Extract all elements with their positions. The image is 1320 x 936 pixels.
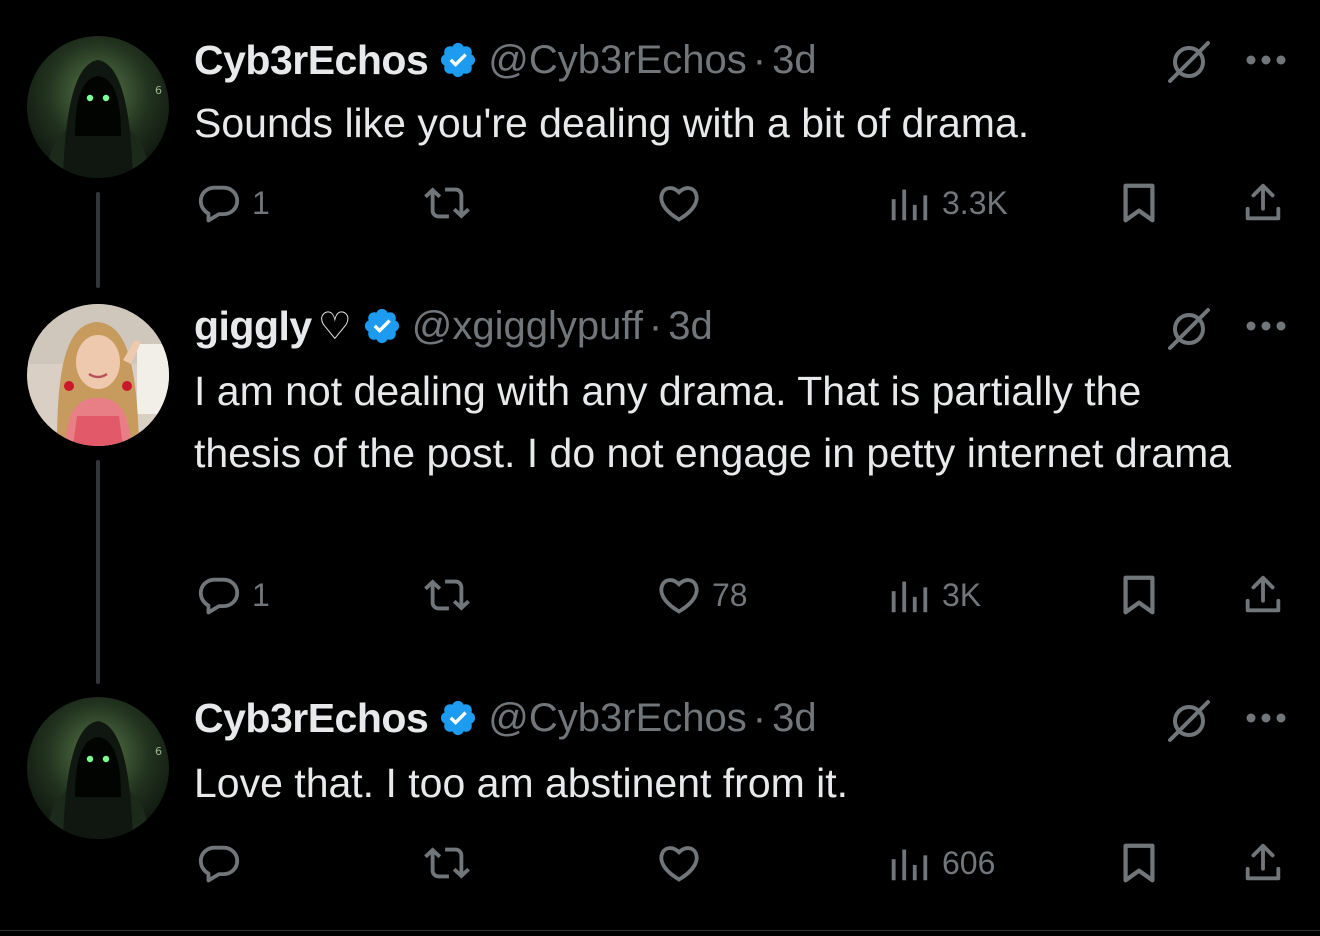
bookmark-button[interactable]	[1116, 178, 1162, 228]
repost-icon	[424, 187, 470, 219]
repost-button[interactable]	[424, 178, 480, 228]
views-button[interactable]: 606	[886, 838, 995, 888]
view-count: 3K	[942, 576, 982, 613]
like-button[interactable]	[656, 178, 712, 228]
share-icon	[1245, 843, 1281, 881]
bookmark-button[interactable]	[1116, 570, 1162, 620]
bookmark-button[interactable]	[1116, 838, 1162, 888]
analytics-icon	[891, 849, 928, 881]
repost-button[interactable]	[424, 570, 480, 620]
separator: ·	[648, 303, 663, 348]
grok-icon[interactable]	[1162, 33, 1216, 87]
tweet-header: Cyb3rEchos @Cyb3rEchos · 3d	[194, 692, 817, 744]
separator: ·	[752, 695, 767, 740]
like-button[interactable]	[656, 838, 712, 888]
svg-text:6: 6	[155, 84, 162, 97]
avatar[interactable]: 6	[27, 36, 169, 178]
timestamp[interactable]: 3d	[668, 304, 713, 349]
reply-count: 1	[252, 576, 270, 613]
name-heart-emoji: ♡	[317, 305, 352, 348]
share-icon	[1245, 183, 1281, 221]
share-button[interactable]	[1240, 178, 1286, 228]
share-button[interactable]	[1240, 570, 1286, 620]
handle[interactable]: @Cyb3rEchos	[488, 696, 746, 741]
bookmark-icon	[1123, 843, 1155, 883]
display-name[interactable]: Cyb3rEchos	[194, 37, 429, 84]
like-count: 78	[712, 576, 748, 613]
divider	[0, 930, 1320, 931]
grok-icon[interactable]	[1162, 300, 1216, 354]
verified-badge-icon	[441, 42, 476, 78]
views-button[interactable]: 3K	[886, 570, 981, 620]
reply-icon	[198, 185, 240, 223]
like-button[interactable]: 78	[656, 570, 748, 620]
reply-button[interactable]: 1	[196, 178, 270, 228]
more-options-icon[interactable]	[1244, 53, 1288, 67]
reply-icon	[198, 845, 240, 883]
analytics-icon	[891, 189, 928, 221]
view-count: 3.3K	[942, 184, 1008, 221]
reply-icon	[198, 577, 240, 615]
share-icon	[1245, 575, 1281, 613]
hooded-figure-avatar-icon: 6	[27, 36, 169, 178]
reply-button[interactable]	[196, 838, 252, 888]
avatar[interactable]: 6	[27, 697, 169, 839]
timestamp[interactable]: 3d	[772, 38, 817, 83]
display-name[interactable]: giggly	[194, 303, 312, 350]
analytics-icon	[891, 581, 928, 613]
bookmark-icon	[1123, 183, 1155, 223]
separator: ·	[752, 37, 767, 82]
repost-icon	[424, 847, 470, 879]
heart-icon	[659, 186, 699, 222]
timestamp[interactable]: 3d	[772, 696, 817, 741]
tweet-header: giggly ♡ @xgigglypuff · 3d	[194, 300, 713, 352]
repost-icon	[424, 579, 470, 611]
reply-button[interactable]: 1	[196, 570, 270, 620]
view-count: 606	[942, 844, 996, 881]
heart-icon	[659, 846, 699, 882]
verified-badge-icon	[441, 700, 476, 736]
repost-button[interactable]	[424, 838, 480, 888]
action-bar: 606	[0, 838, 1320, 888]
handle[interactable]: @xgigglypuff	[412, 304, 643, 349]
svg-text:6: 6	[155, 745, 162, 758]
reply-count: 1	[252, 184, 270, 221]
tweet-header: Cyb3rEchos @Cyb3rEchos · 3d	[194, 34, 817, 86]
more-options-icon[interactable]	[1244, 711, 1288, 725]
bookmark-icon	[1123, 575, 1155, 615]
action-bar: 1 78 3K	[0, 570, 1320, 620]
person-photo-avatar-icon	[27, 304, 169, 446]
hooded-figure-avatar-icon: 6	[27, 697, 169, 839]
share-button[interactable]	[1240, 838, 1286, 888]
verified-badge-icon	[364, 308, 399, 344]
views-button[interactable]: 3.3K	[886, 178, 1008, 228]
tweet-text: I am not dealing with any drama. That is…	[194, 368, 1232, 476]
grok-icon[interactable]	[1162, 692, 1216, 746]
more-options-icon[interactable]	[1244, 319, 1288, 333]
heart-icon	[659, 578, 699, 614]
action-bar: 1 3.3K	[0, 178, 1320, 228]
avatar[interactable]	[27, 304, 169, 446]
tweet-text: Sounds like you're dealing with a bit of…	[194, 100, 1030, 146]
handle[interactable]: @Cyb3rEchos	[488, 38, 746, 83]
display-name[interactable]: Cyb3rEchos	[194, 695, 429, 742]
tweet-text: Love that. I too am abstinent from it.	[194, 760, 849, 806]
